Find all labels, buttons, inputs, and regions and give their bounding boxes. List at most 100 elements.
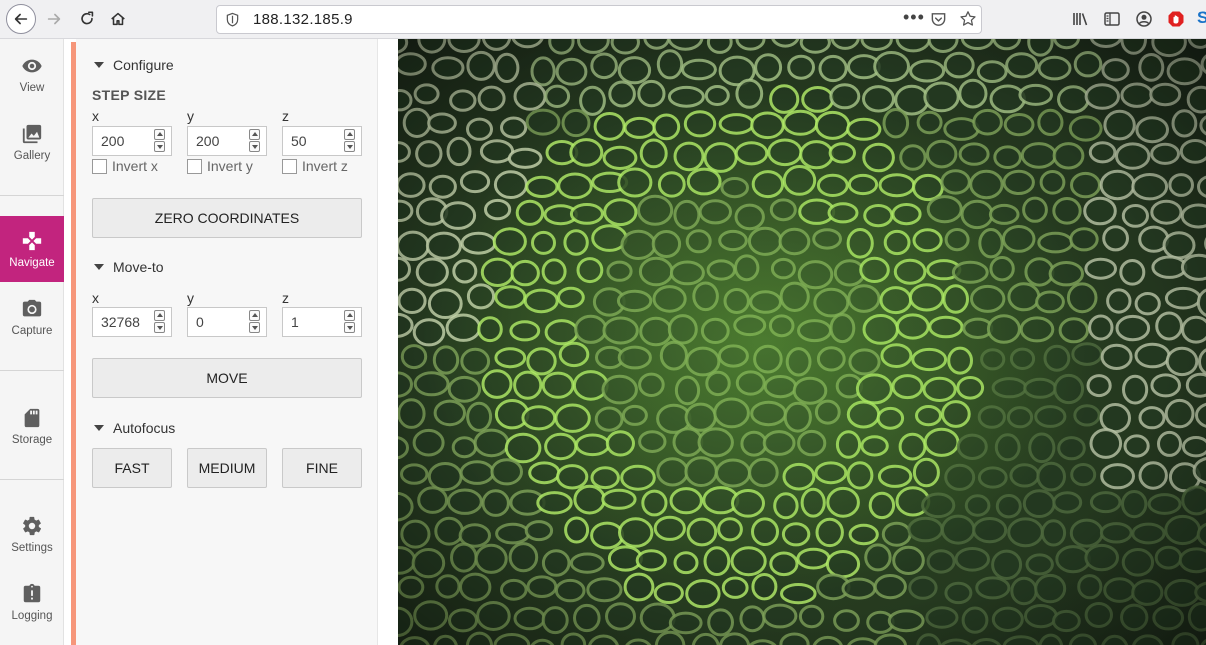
arrow-left-icon — [14, 13, 28, 25]
rail-item-view[interactable]: View — [0, 41, 64, 107]
autofocus-fine-button[interactable]: FINE — [282, 448, 362, 488]
reload-icon — [81, 11, 94, 25]
move-y-value[interactable]: 0 — [196, 314, 204, 330]
move-x-input[interactable]: 32768 — [92, 307, 172, 337]
invert-x-label: Invert x — [112, 158, 158, 174]
arrow-right-icon — [47, 13, 61, 25]
checkbox-box[interactable] — [92, 158, 107, 174]
move-z-input[interactable]: 1 — [282, 307, 362, 337]
move-z-value[interactable]: 1 — [291, 314, 299, 330]
step-size-heading: STEP SIZE — [92, 87, 167, 103]
step-y-value[interactable]: 200 — [196, 133, 219, 149]
home-button[interactable] — [104, 5, 132, 33]
caret-down-icon — [94, 264, 104, 270]
extension-s-icon[interactable]: S — [1197, 8, 1206, 27]
step-x-label: x — [92, 108, 99, 124]
spin-down-icon[interactable] — [154, 322, 165, 333]
spin-up-icon[interactable] — [344, 310, 355, 321]
sidebar-icon[interactable] — [1103, 10, 1121, 28]
spin-down-icon[interactable] — [344, 141, 355, 152]
move-y-spinner[interactable] — [249, 310, 261, 334]
url-bar[interactable]: 188.132.185.9 ••• — [216, 5, 982, 34]
move-x-value[interactable]: 32768 — [101, 314, 140, 330]
step-z-spinner[interactable] — [344, 129, 356, 153]
spin-up-icon[interactable] — [154, 129, 165, 140]
sd-card-icon — [24, 408, 40, 427]
move-x-spinner[interactable] — [154, 310, 166, 334]
move-z-label: z — [282, 290, 289, 306]
step-x-input[interactable]: 200 — [92, 126, 172, 156]
star-icon[interactable] — [959, 10, 977, 28]
rail-divider — [0, 479, 64, 480]
microscope-stream[interactable] — [398, 39, 1206, 645]
step-z-label: z — [282, 108, 289, 124]
rail-divider — [0, 195, 64, 196]
checkbox-box[interactable] — [282, 158, 297, 174]
reload-button[interactable] — [73, 5, 101, 33]
checkbox-box[interactable] — [187, 158, 202, 174]
step-z-input[interactable]: 50 — [282, 126, 362, 156]
step-z-value[interactable]: 50 — [291, 133, 307, 149]
shield-icon[interactable] — [225, 12, 240, 27]
rail-label-gallery: Gallery — [13, 149, 51, 162]
step-x-value[interactable]: 200 — [101, 133, 124, 149]
autofocus-title: Autofocus — [113, 420, 176, 436]
rail-label-settings: Settings — [11, 541, 53, 554]
rail-label-capture: Capture — [11, 324, 53, 337]
invert-y-label: Invert y — [207, 158, 253, 174]
page-actions-icon[interactable]: ••• — [903, 7, 925, 28]
library-icon[interactable] — [1071, 10, 1089, 28]
step-y-label: y — [187, 108, 194, 124]
step-y-spinner[interactable] — [249, 129, 261, 153]
configure-section-toggle[interactable]: Configure — [94, 57, 174, 73]
move-z-spinner[interactable] — [344, 310, 356, 334]
rail-divider — [0, 370, 64, 371]
clipboard-alert-icon — [23, 583, 41, 602]
navigate-panel: Configure STEP SIZE x 200 Invert x y 200… — [76, 39, 378, 645]
rail-item-gallery[interactable]: Gallery — [0, 109, 64, 175]
pocket-icon[interactable] — [930, 11, 947, 28]
rail-item-capture[interactable]: Capture — [0, 284, 64, 350]
autofocus-fast-button[interactable]: FAST — [92, 448, 172, 488]
move-y-label: y — [187, 290, 194, 306]
zero-coordinates-button[interactable]: ZERO COORDINATES — [92, 198, 362, 238]
rail-item-settings[interactable]: Settings — [0, 501, 64, 567]
spin-up-icon[interactable] — [249, 310, 260, 321]
spin-up-icon[interactable] — [249, 129, 260, 140]
back-button[interactable] — [6, 4, 36, 34]
step-x-spinner[interactable] — [154, 129, 166, 153]
spin-down-icon[interactable] — [249, 322, 260, 333]
autofocus-medium-button[interactable]: MEDIUM — [187, 448, 267, 488]
spin-up-icon[interactable] — [344, 129, 355, 140]
forward-button[interactable] — [40, 5, 68, 33]
step-y-input[interactable]: 200 — [187, 126, 267, 156]
move-button[interactable]: MOVE — [92, 358, 362, 398]
autofocus-section-toggle[interactable]: Autofocus — [94, 420, 175, 436]
adblock-icon[interactable] — [1167, 10, 1185, 28]
url-text[interactable]: 188.132.185.9 — [253, 11, 353, 28]
invert-z-checkbox[interactable]: Invert z — [282, 158, 348, 174]
invert-x-checkbox[interactable]: Invert x — [92, 158, 158, 174]
account-icon[interactable] — [1135, 10, 1153, 28]
caret-down-icon — [94, 62, 104, 68]
move-x-label: x — [92, 290, 99, 306]
panel-gutter — [378, 39, 398, 645]
browser-toolbar: 188.132.185.9 ••• S — [0, 0, 1206, 39]
spin-down-icon[interactable] — [249, 141, 260, 152]
rail-item-navigate[interactable]: Navigate — [0, 216, 64, 282]
rail-label-navigate: Navigate — [9, 256, 55, 269]
move-to-section-toggle[interactable]: Move-to — [94, 259, 164, 275]
spin-up-icon[interactable] — [154, 310, 165, 321]
side-navigation: View Gallery Navigate Capture Storage Se… — [0, 39, 64, 645]
rail-label-view: View — [19, 81, 45, 94]
home-icon — [111, 12, 125, 26]
rail-item-logging[interactable]: Logging — [0, 569, 64, 635]
move-to-title: Move-to — [113, 259, 164, 275]
spin-down-icon[interactable] — [154, 141, 165, 152]
move-y-input[interactable]: 0 — [187, 307, 267, 337]
rail-item-storage[interactable]: Storage — [0, 393, 64, 459]
microscope-image — [398, 39, 1206, 645]
invert-y-checkbox[interactable]: Invert y — [187, 158, 253, 174]
configure-title: Configure — [113, 57, 174, 73]
spin-down-icon[interactable] — [344, 322, 355, 333]
